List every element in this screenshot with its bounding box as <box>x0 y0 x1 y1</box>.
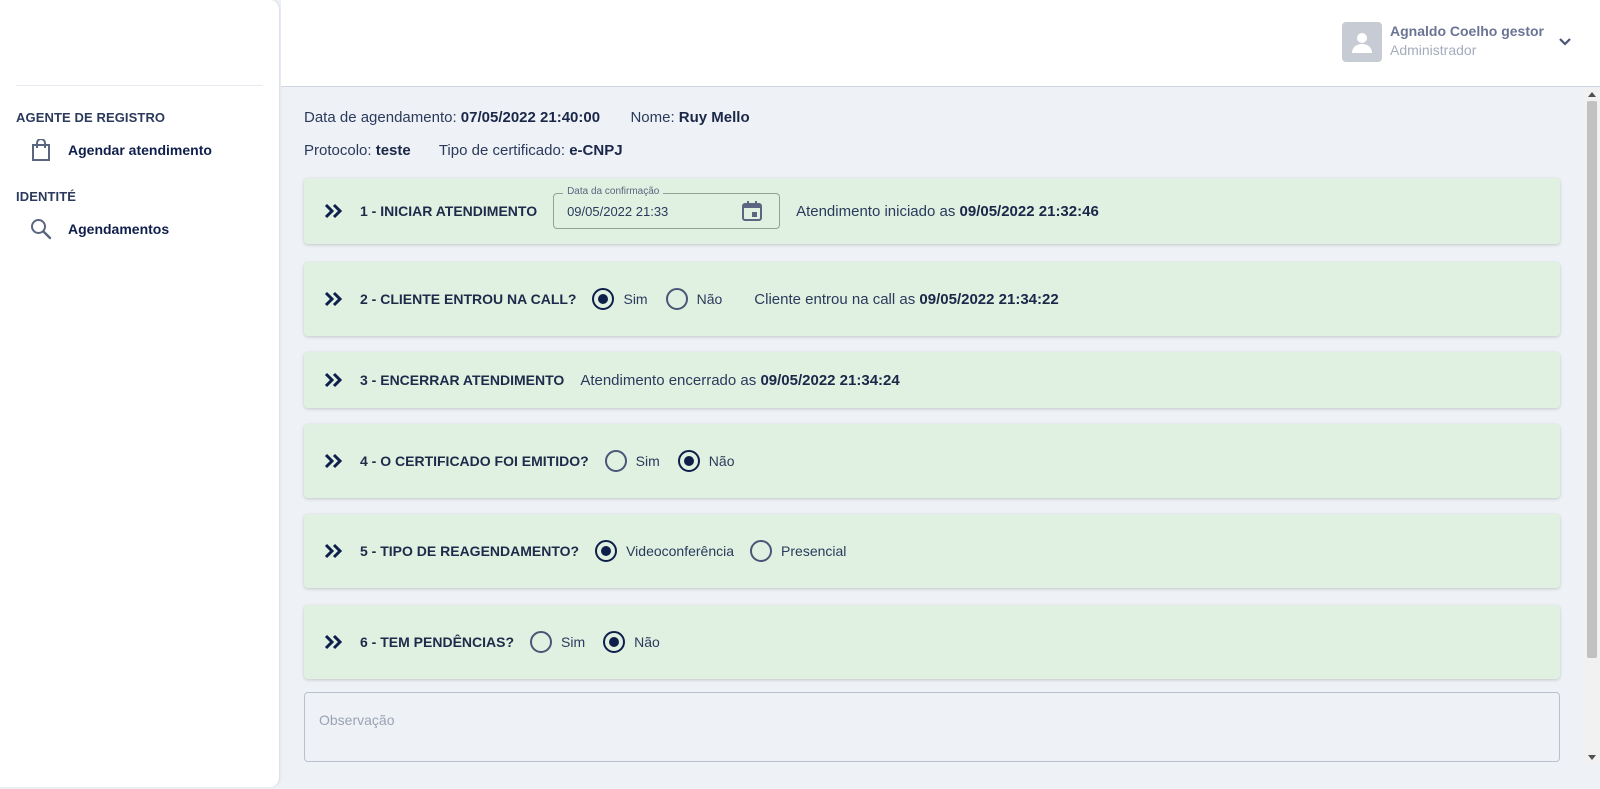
client-name-value: Ruy Mello <box>678 109 750 126</box>
user-menu[interactable]: Agnaldo Coelho gestor Administrador <box>1342 22 1572 62</box>
logo-area <box>16 0 263 86</box>
radio-videoconferencia[interactable]: Videoconferência <box>595 540 734 562</box>
sidebar-item-label: Agendar atendimento <box>68 142 212 158</box>
step-status-text: Cliente entrou na call as <box>754 290 916 308</box>
double-chevron-right-icon[interactable] <box>324 542 346 560</box>
observacao-placeholder: Observação <box>319 712 395 728</box>
step-encerrar-atendimento: 3 - ENCERRAR ATENDIMENTO Atendimento enc… <box>304 352 1560 408</box>
double-chevron-right-icon[interactable] <box>324 290 346 308</box>
step-status: Atendimento encerrado as 09/05/2022 21:3… <box>580 372 899 389</box>
step-title: 2 - CLIENTE ENTROU NA CALL? <box>360 291 577 307</box>
shopping-bag-icon <box>30 138 52 162</box>
step-status-value: 09/05/2022 21:34:22 <box>919 290 1059 308</box>
radio-label: Presencial <box>781 543 847 559</box>
scheduling-date-value: 07/05/2022 21:40:00 <box>460 109 601 126</box>
radio-presencial[interactable]: Presencial <box>750 540 846 562</box>
radio-label: Sim <box>635 453 660 469</box>
radio-pendencias-sim[interactable]: Sim <box>530 631 585 653</box>
confirmation-date-value: 09/05/2022 21:33 <box>567 204 669 219</box>
radio-pendencias-nao[interactable]: Não <box>603 631 660 653</box>
avatar <box>1342 22 1382 62</box>
step-status-value: 09/05/2022 21:34:24 <box>760 371 900 389</box>
top-header: Agnaldo Coelho gestor Administrador <box>281 0 1600 87</box>
observacao-textarea[interactable]: Observação <box>304 692 1560 762</box>
step-title: 3 - ENCERRAR ATENDIMENTO <box>360 372 565 388</box>
confirmation-date-field[interactable]: Data da confirmação 09/05/2022 21:33 <box>553 186 781 229</box>
main-content: Data de agendamento: 07/05/2022 21:40:00… <box>281 88 1584 788</box>
step-title: 6 - TEM PENDÊNCIAS? <box>360 634 515 650</box>
radio-label: Videoconferência <box>626 543 735 559</box>
confirmation-date-label: Data da confirmação <box>563 186 664 197</box>
sidebar-section-title-agente: AGENTE DE REGISTRO <box>16 110 166 125</box>
double-chevron-right-icon[interactable] <box>324 633 346 651</box>
scroll-down-arrow-icon[interactable] <box>1588 755 1596 760</box>
calendar-icon[interactable] <box>741 200 763 227</box>
double-chevron-right-icon[interactable] <box>324 452 346 470</box>
step-title: 1 - INICIAR ATENDIMENTO <box>360 203 538 219</box>
step-cliente-entrou-call: 2 - CLIENTE ENTROU NA CALL? Sim Não Clie… <box>304 262 1560 336</box>
radio-label: Sim <box>623 291 648 307</box>
person-icon <box>1352 33 1372 53</box>
step-status-text: Atendimento encerrado as <box>580 371 757 389</box>
radio-circle <box>592 288 615 310</box>
radio-call-sim[interactable]: Sim <box>592 288 648 310</box>
radio-circle <box>604 450 627 472</box>
step-tipo-reagendamento: 5 - TIPO DE REAGENDAMENTO? Videoconferên… <box>304 514 1560 588</box>
radio-label: Não <box>634 634 660 650</box>
user-role: Administrador <box>1390 42 1477 58</box>
step-title: 4 - O CERTIFICADO FOI EMITIDO? <box>360 453 589 469</box>
protocol-label: Protocolo: <box>304 142 372 159</box>
certificate-type-label: Tipo de certificado: <box>438 142 566 159</box>
radio-circle <box>603 631 626 653</box>
radio-label: Não <box>708 453 735 469</box>
radio-certificado-sim[interactable]: Sim <box>604 450 660 472</box>
radio-circle <box>665 288 688 310</box>
step-status: Cliente entrou na call as 09/05/2022 21:… <box>754 291 1058 308</box>
scheduling-info-line: Data de agendamento: 07/05/2022 21:40:00… <box>304 109 750 126</box>
step-tem-pendencias: 6 - TEM PENDÊNCIAS? Sim Não <box>304 605 1560 679</box>
protocol-info-line: Protocolo: teste Tipo de certificado: e-… <box>304 142 623 159</box>
scheduling-date-label: Data de agendamento: <box>304 109 457 126</box>
scroll-up-arrow-icon[interactable] <box>1588 92 1596 97</box>
radio-certificado-nao[interactable]: Não <box>677 450 735 472</box>
sidebar-item-agendamentos[interactable]: Agendamentos <box>0 214 279 244</box>
radio-label: Não <box>696 291 723 307</box>
sidebar-item-agendar-atendimento[interactable]: Agendar atendimento <box>0 135 279 165</box>
protocol-value: teste <box>375 142 411 159</box>
step-status-value: 09/05/2022 21:32:46 <box>959 202 1099 220</box>
radio-circle <box>595 540 618 562</box>
step-certificado-emitido: 4 - O CERTIFICADO FOI EMITIDO? Sim Não <box>304 424 1560 498</box>
sidebar-section-title-identite: IDENTITÉ <box>16 189 77 204</box>
radio-call-nao[interactable]: Não <box>665 288 723 310</box>
step-iniciar-atendimento: 1 - INICIAR ATENDIMENTO Data da confirma… <box>304 178 1560 244</box>
step-title: 5 - TIPO DE REAGENDAMENTO? <box>360 543 580 559</box>
double-chevron-right-icon[interactable] <box>324 202 346 220</box>
radio-label: Sim <box>561 634 586 650</box>
step-status: Atendimento iniciado as 09/05/2022 21:32… <box>796 203 1099 220</box>
radio-circle <box>530 631 553 653</box>
chevron-down-icon[interactable] <box>1558 34 1572 52</box>
sidebar: AGENTE DE REGISTRO Agendar atendimento I… <box>0 0 280 787</box>
scrollbar[interactable] <box>1584 88 1600 764</box>
double-chevron-right-icon[interactable] <box>324 371 346 389</box>
client-name-label: Nome: <box>630 109 675 126</box>
radio-circle <box>750 540 773 562</box>
radio-circle <box>677 450 700 472</box>
certificate-type-value: e-CNPJ <box>569 142 623 159</box>
user-name: Agnaldo Coelho gestor <box>1390 23 1544 39</box>
scrollbar-thumb[interactable] <box>1587 101 1597 658</box>
search-icon <box>30 217 52 241</box>
sidebar-item-label: Agendamentos <box>68 221 170 237</box>
step-status-text: Atendimento iniciado as <box>796 202 956 220</box>
